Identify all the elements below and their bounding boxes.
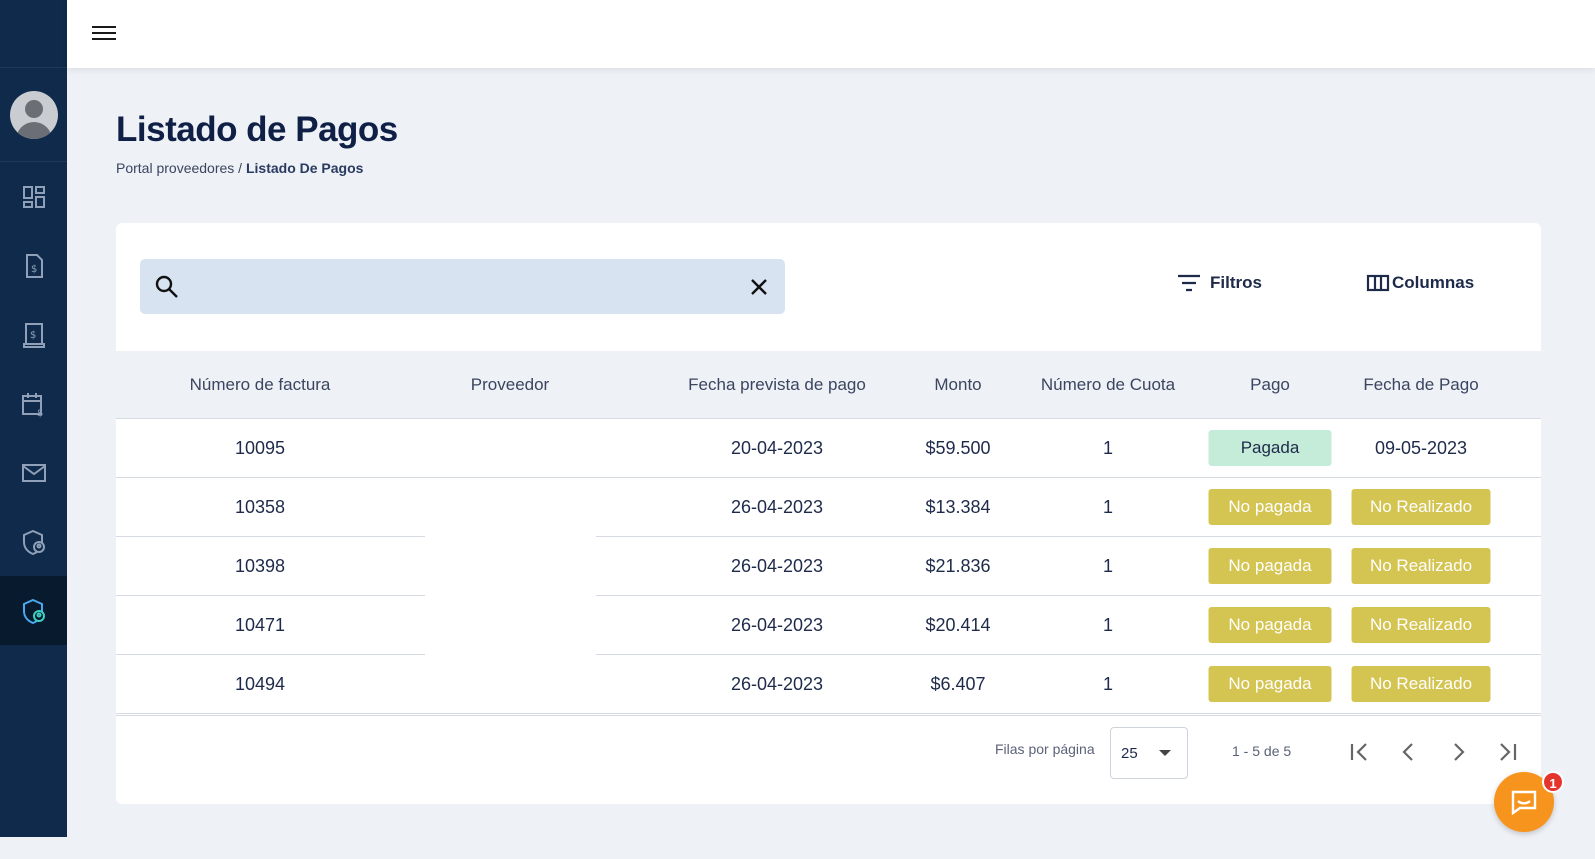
- columns-button[interactable]: Columnas: [1366, 273, 1474, 293]
- due-date: 26-04-2023: [730, 674, 824, 694]
- filters-label: Filtros: [1210, 273, 1262, 292]
- shield-user-icon: [22, 529, 45, 555]
- amount: $21.836: [925, 556, 991, 576]
- installment-number: 1: [1102, 556, 1114, 576]
- search-box: [140, 259, 785, 314]
- clear-search-icon[interactable]: [747, 275, 771, 299]
- column-header-payment-date[interactable]: Fecha de Pago: [1363, 351, 1478, 419]
- table-row[interactable]: 10358 26-04-2023 $13.384 1 No pagada No …: [116, 478, 1541, 537]
- menu-toggle-icon[interactable]: [92, 22, 116, 44]
- amount: $13.384: [925, 497, 991, 517]
- sidebar: $ $ $: [0, 0, 67, 837]
- chat-icon: [1511, 790, 1537, 815]
- amount: $6.407: [930, 674, 986, 694]
- installment-number: 1: [1102, 438, 1114, 458]
- filters-button[interactable]: Filtros: [1176, 273, 1262, 293]
- svg-text:$: $: [37, 408, 43, 418]
- amount: $59.500: [925, 438, 991, 458]
- table-row[interactable]: 10471 26-04-2023 $20.414 1 No pagada No …: [116, 596, 1541, 655]
- first-page-icon[interactable]: [1346, 738, 1374, 766]
- breadcrumb-current: Listado De Pagos: [245, 160, 364, 176]
- avatar[interactable]: [9, 90, 58, 139]
- invoice-number: 10398: [234, 556, 286, 576]
- page-title: Listado de Pagos: [116, 110, 398, 149]
- rows-per-page-value: 25: [1121, 745, 1138, 762]
- search-icon: [155, 275, 178, 298]
- sidebar-header: [0, 0, 67, 68]
- payment-date-badge: No Realizado: [1351, 607, 1491, 643]
- table-row[interactable]: 10095 20-04-2023 $59.500 1 Pagada 09-05-…: [116, 419, 1541, 478]
- filter-icon: [1178, 274, 1200, 292]
- due-date: 26-04-2023: [730, 556, 824, 576]
- last-page-icon[interactable]: [1493, 738, 1521, 766]
- redaction-overlay: [425, 478, 596, 713]
- receipt-icon: $: [22, 322, 45, 348]
- pagination-range: 1 - 5 de 5: [1232, 743, 1292, 759]
- columns-icon: [1366, 274, 1390, 292]
- installment-number: 1: [1102, 615, 1114, 635]
- column-header-installment[interactable]: Número de Cuota: [1041, 351, 1175, 419]
- next-page-icon[interactable]: [1444, 738, 1472, 766]
- breadcrumb-separator: /: [234, 160, 246, 176]
- installment-number: 1: [1102, 674, 1114, 694]
- sidebar-item-dashboard[interactable]: [0, 162, 67, 231]
- invoice-number: 10095: [234, 438, 286, 458]
- table-header: Número de factura Proveedor Fecha previs…: [116, 351, 1541, 419]
- table-pagination: Filas por página 25 1 - 5 de 5: [116, 715, 1541, 804]
- amount: $20.414: [925, 615, 991, 635]
- table-row[interactable]: 10398 26-04-2023 $21.836 1 No pagada No …: [116, 537, 1541, 596]
- breadcrumb-root[interactable]: Portal proveedores: [116, 160, 234, 176]
- calendar-money-icon: $: [21, 392, 43, 418]
- payment-status-badge: No pagada: [1208, 607, 1332, 643]
- sidebar-item-payment-calendar[interactable]: $: [0, 369, 67, 438]
- mail-icon: [21, 463, 46, 482]
- chat-notification-badge: 1: [1542, 771, 1564, 793]
- payment-status-badge: No pagada: [1208, 489, 1332, 525]
- payment-status-badge: No pagada: [1208, 548, 1332, 584]
- column-header-amount[interactable]: Monto: [934, 351, 981, 419]
- search-input[interactable]: [190, 269, 730, 304]
- due-date: 20-04-2023: [730, 438, 824, 458]
- svg-text:$: $: [30, 330, 36, 341]
- invoice-number: 10471: [234, 615, 286, 635]
- dashboard-icon: [22, 185, 45, 208]
- payment-date-badge: No Realizado: [1351, 666, 1491, 702]
- column-header-provider[interactable]: Proveedor: [471, 351, 549, 419]
- shield-user-active-icon: [22, 598, 45, 624]
- breadcrumb: Portal proveedores / Listado De Pagos: [116, 160, 363, 176]
- sidebar-item-receipts[interactable]: $: [0, 300, 67, 369]
- table-row[interactable]: 10494 26-04-2023 $6.407 1 No pagada No R…: [116, 655, 1541, 714]
- payment-date-badge: No Realizado: [1351, 489, 1491, 525]
- column-header-invoice[interactable]: Número de factura: [190, 351, 331, 419]
- payment-status-badge: No pagada: [1208, 666, 1332, 702]
- svg-text:$: $: [31, 264, 37, 275]
- user-area: [0, 68, 67, 162]
- rows-per-page-select[interactable]: 25: [1110, 727, 1188, 779]
- rows-per-page-label: Filas por página: [995, 741, 1095, 757]
- sidebar-item-payments[interactable]: [0, 576, 67, 645]
- chevron-down-icon: [1159, 750, 1171, 756]
- top-bar: [67, 0, 1595, 68]
- payments-card: Filtros Columnas Número de factura Prove…: [116, 223, 1541, 804]
- sidebar-item-security[interactable]: [0, 507, 67, 576]
- invoice-number: 10358: [234, 497, 286, 517]
- previous-page-icon[interactable]: [1395, 738, 1423, 766]
- payment-date-badge: No Realizado: [1351, 548, 1491, 584]
- installment-number: 1: [1102, 497, 1114, 517]
- column-header-payment[interactable]: Pago: [1250, 351, 1290, 419]
- payment-date: 09-05-2023: [1374, 438, 1468, 458]
- due-date: 26-04-2023: [730, 615, 824, 635]
- due-date: 26-04-2023: [730, 497, 824, 517]
- sidebar-item-messages[interactable]: [0, 438, 67, 507]
- invoice-number: 10494: [234, 674, 286, 694]
- column-header-due-date[interactable]: Fecha prevista de pago: [688, 351, 866, 419]
- columns-label: Columnas: [1392, 273, 1475, 292]
- payment-status-badge: Pagada: [1208, 430, 1332, 466]
- invoice-icon: $: [25, 253, 43, 278]
- sidebar-item-invoices[interactable]: $: [0, 231, 67, 300]
